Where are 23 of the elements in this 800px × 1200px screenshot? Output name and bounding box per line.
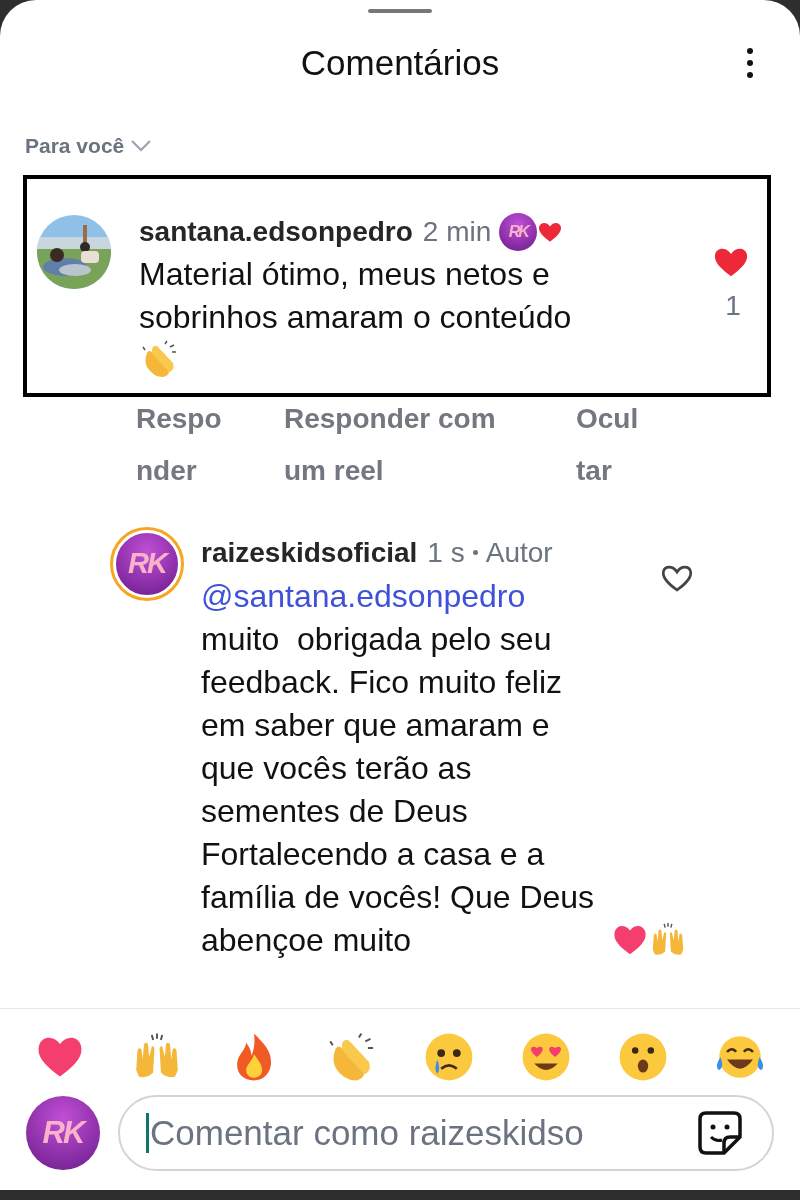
comment-input-field[interactable]: Comentar como raizeskidso bbox=[118, 1095, 774, 1171]
comment-action-link[interactable]: Responder com um reel bbox=[284, 392, 524, 497]
comment-text: Material ótimo, meus netos e sobrinhos amaram o conteúdo bbox=[139, 255, 572, 335]
author-label: Autor bbox=[485, 535, 553, 570]
author-avatar-badge: RK bbox=[499, 212, 538, 251]
sticker-icon[interactable] bbox=[696, 1109, 744, 1157]
chevron-down-icon bbox=[130, 138, 153, 153]
text-cursor bbox=[146, 1113, 149, 1153]
profile-avatar: RK bbox=[26, 1096, 100, 1170]
profile-avatar: RK bbox=[113, 529, 181, 598]
comment-time: 1 s bbox=[427, 535, 465, 570]
sort-dropdown[interactable]: Para você bbox=[25, 130, 153, 162]
username-link[interactable]: raizeskidsoficial bbox=[201, 531, 418, 574]
clapping-hands-icon bbox=[139, 338, 179, 379]
comment-time: 2 min bbox=[422, 214, 492, 249]
like-count: 1 bbox=[725, 288, 741, 323]
mention-link[interactable]: @santana.edsonpedro bbox=[201, 574, 609, 618]
sheet-title: Comentários bbox=[300, 41, 500, 84]
username-link[interactable]: santana.edsonpedro bbox=[139, 210, 413, 253]
reply-text: muito obrigada pelo seu feedback. Fico muito feliz em saber que amaram e que vocês terão as sementes de Deus Fortalecendo a casa e a família de vocês! Que Deus abençoe muito bbox=[201, 619, 596, 960]
drag-handle[interactable] bbox=[368, 9, 432, 13]
comment-action-link[interactable]: Ocultar bbox=[576, 392, 640, 497]
comment-action-link[interactable]: Responder bbox=[136, 392, 232, 497]
